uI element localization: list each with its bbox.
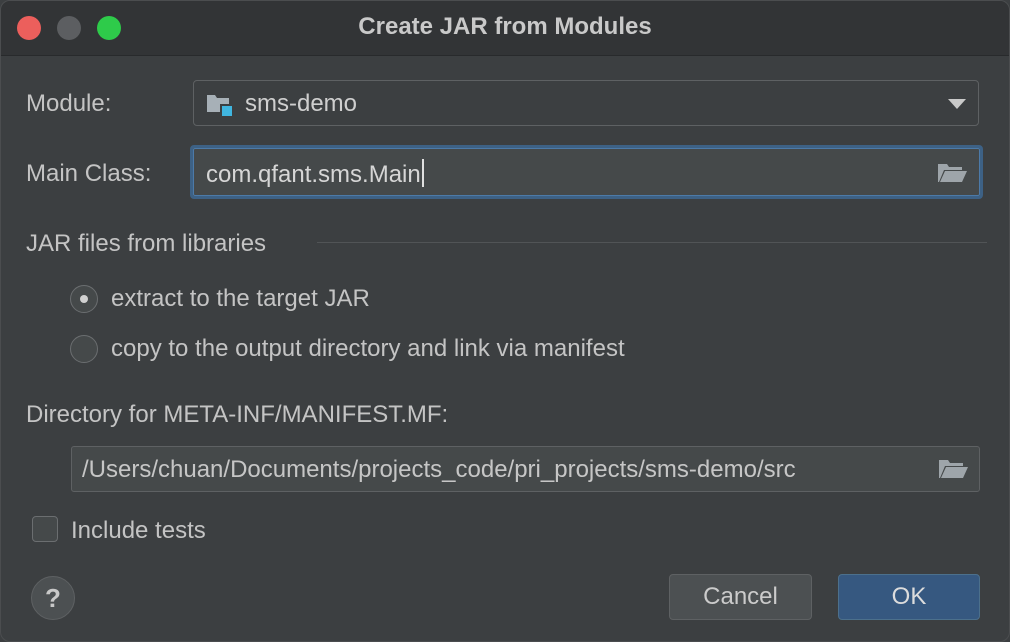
folder-open-icon[interactable] [936,161,968,185]
radio-copy-to-output[interactable] [70,335,98,363]
manifest-dir-label: Directory for META-INF/MANIFEST.MF: [26,401,449,428]
radio-extract-label[interactable]: extract to the target JAR [111,285,370,313]
radio-copy-label[interactable]: copy to the output directory and link vi… [111,335,625,363]
folder-open-icon[interactable] [937,457,969,481]
ok-button[interactable]: OK [838,574,980,620]
include-tests-label[interactable]: Include tests [71,517,206,545]
module-select-value: sms-demo [245,90,358,117]
manifest-dir-value: /Users/chuan/Documents/projects_code/pri… [82,456,796,483]
jar-files-section-title: JAR files from libraries [26,230,267,257]
radio-selected-dot [80,295,88,303]
chevron-down-icon [948,99,966,109]
main-class-label: Main Class: [26,160,152,187]
title-bar[interactable]: Create JAR from Modules [1,1,1009,56]
main-class-input[interactable]: com.qfant.sms.Main [190,145,983,199]
dialog-title: Create JAR from Modules [358,13,652,40]
module-select[interactable]: sms-demo [193,80,979,126]
radio-extract-to-jar[interactable] [70,285,98,313]
module-label: Module: [26,90,112,117]
text-caret [421,159,424,187]
section-divider [317,242,987,243]
main-class-value: com.qfant.sms.Main [206,161,421,188]
create-jar-dialog: Create JAR from Modules Module: sms-demo… [0,0,1010,642]
module-folder-icon [207,95,232,116]
include-tests-checkbox[interactable] [32,516,58,542]
manifest-dir-input[interactable]: /Users/chuan/Documents/projects_code/pri… [71,446,980,492]
cancel-button[interactable]: Cancel [669,574,812,620]
help-button[interactable]: ? [31,576,75,620]
